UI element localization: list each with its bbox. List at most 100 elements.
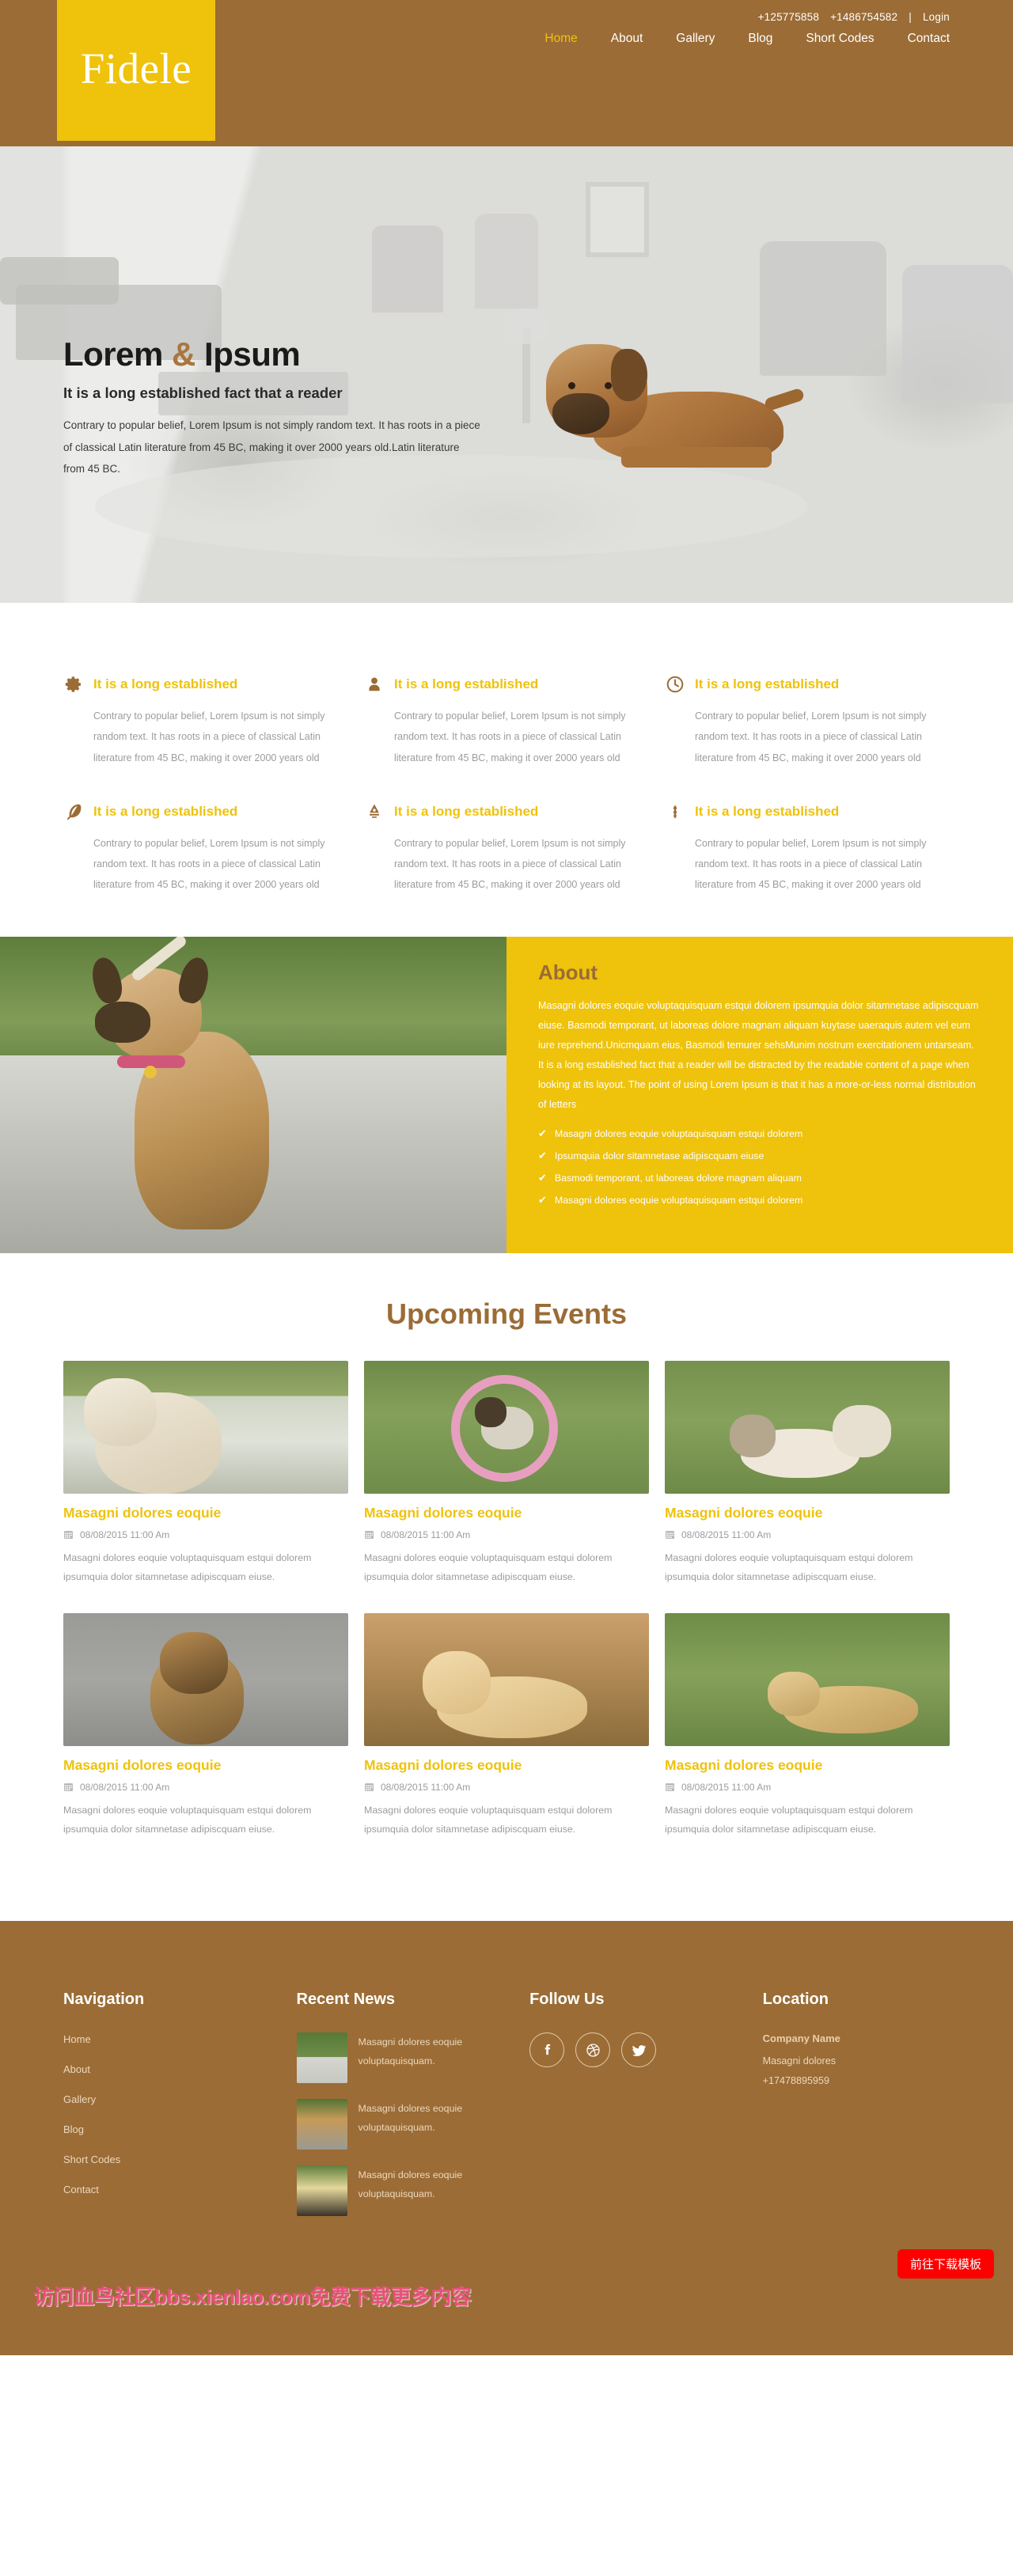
event-image [63,1612,348,1746]
list-item: About [63,2063,265,2077]
download-template-button[interactable]: 前往下载模板 [897,2249,994,2279]
site-watermark: 访问血鸟社区bbs.xienlao.com免费下载更多内容 [33,2285,472,2309]
feature-card-5-title: It is a long established [394,803,539,819]
event-image [364,1612,649,1746]
event-date: 08/08/2015 11:00 Am [665,1782,950,1793]
social-links [529,2032,731,2068]
feature-card-3-head: It is a long established [665,674,950,695]
feature-card-4-title: It is a long established [93,803,238,819]
about-bullet-4: ✔ Masagni dolores eoquie voluptaquisquam… [538,1193,980,1208]
feature-card-1-head: It is a long established [63,674,348,695]
about-bullet-1-label: Masagni dolores eoquie voluptaquisquam e… [554,1127,803,1139]
event-title[interactable]: Masagni dolores eoquie [63,1505,348,1521]
about-bullet-2-label: Ipsumquia dolor sitamnetase adipiscquam … [554,1150,764,1161]
footer-nav-about[interactable]: About [63,2063,90,2075]
check-icon: ✔ [538,1194,547,1207]
event-date: 08/08/2015 11:00 Am [63,1529,348,1540]
footer-nav-gallery[interactable]: Gallery [63,2093,96,2105]
feature-card-5: It is a long established Contrary to pop… [364,801,649,896]
event-image [665,1360,950,1494]
footer-location-heading: Location [762,1991,829,2009]
footer-nav-short-codes[interactable]: Short Codes [63,2154,120,2165]
event-date: 08/08/2015 11:00 Am [63,1782,348,1793]
about-bullet-3-label: Basmodi temporant, ut laboreas dolore ma… [554,1172,802,1184]
event-date: 08/08/2015 11:00 Am [364,1529,649,1540]
nav-item-short-codes[interactable]: Short Codes [806,32,874,46]
login-link[interactable]: Login [923,11,950,23]
feature-card-5-text: Contrary to popular belief, Lorem Ipsum … [394,837,626,891]
calendar-icon [364,1782,374,1792]
twitter-icon[interactable] [621,2032,657,2068]
header-phone-2[interactable]: +1486754582 [830,11,897,23]
event-title[interactable]: Masagni dolores eoquie [665,1757,950,1774]
calendar-icon [63,1529,74,1540]
footer-phone[interactable]: +17478895959 [763,2075,950,2086]
list-item[interactable]: Masagni dolores eoquie voluptaquisquam. [296,2032,499,2084]
footer-section: Navigation Home About Gallery Blog Short… [0,1921,1013,2356]
hero-subtitle: It is a long established fact that a rea… [63,385,343,401]
main-navigation: Home About Gallery Blog Short Codes Cont… [544,32,950,46]
footer-address: Masagni dolores [762,2055,837,2067]
events-grid: Masagni dolores eoquie 08/08/2015 11:00 … [63,1360,950,1866]
nav-item-about[interactable]: About [611,32,643,46]
footer-nav-contact[interactable]: Contact [63,2184,99,2195]
event-card[interactable]: Masagni dolores eoquie 08/08/2015 11:00 … [665,1360,950,1586]
footer-navigation-list: Home About Gallery Blog Short Codes Cont… [63,2032,265,2197]
event-card[interactable]: Masagni dolores eoquie 08/08/2015 11:00 … [665,1612,950,1839]
hero-section: Fidele +125775858 +1486754582 | Login Ho… [0,0,1013,625]
upcoming-events-section: Upcoming Events Masagni dolores eoquie 0… [0,1252,1013,1922]
footer-nav-home[interactable]: Home [63,2033,91,2045]
event-date-label: 08/08/2015 11:00 Am [681,1781,772,1793]
nav-item-blog[interactable]: Blog [748,32,772,46]
feature-card-2: It is a long established Contrary to pop… [364,674,649,768]
event-card[interactable]: Masagni dolores eoquie 08/08/2015 11:00 … [63,1612,348,1839]
feature-card-1-title: It is a long established [93,676,238,691]
event-title[interactable]: Masagni dolores eoquie [364,1505,649,1521]
feather-icon [63,801,84,822]
list-item: Home [63,2032,265,2047]
about-bullet-4-label: Masagni dolores eoquie voluptaquisquam e… [554,1195,803,1207]
event-date: 08/08/2015 11:00 Am [364,1782,649,1793]
dribbble-icon[interactable] [575,2032,611,2068]
header-phone-1[interactable]: +125775858 [758,11,819,23]
event-date-label: 08/08/2015 11:00 Am [80,1781,170,1793]
calendar-icon [63,1782,74,1792]
feature-card-4-text: Contrary to popular belief, Lorem Ipsum … [93,837,325,891]
hero-title-right: Ipsum [204,335,301,373]
check-icon: ✔ [538,1127,547,1139]
footer-location-column: Location Company Name Masagni dolores +1… [763,1991,950,2232]
event-image [364,1360,649,1494]
event-title[interactable]: Masagni dolores eoquie [63,1757,348,1774]
list-item[interactable]: Masagni dolores eoquie voluptaquisquam. [296,2165,499,2217]
footer-nav-blog[interactable]: Blog [63,2123,84,2135]
calendar-icon [665,1529,675,1540]
event-date-label: 08/08/2015 11:00 Am [80,1529,170,1540]
about-bullet-list: ✔ Masagni dolores eoquie voluptaquisquam… [538,1127,980,1209]
list-item: Short Codes [63,2153,265,2167]
header-contact-bar: +125775858 +1486754582 | Login [758,11,950,23]
news-item-text: Masagni dolores eoquie voluptaquisquam. [358,2103,463,2134]
site-logo[interactable]: Fidele [57,0,215,141]
about-bullet-1: ✔ Masagni dolores eoquie voluptaquisquam… [538,1127,980,1142]
list-item[interactable]: Masagni dolores eoquie voluptaquisquam. [296,2099,499,2150]
facebook-icon[interactable] [529,2032,565,2068]
event-title[interactable]: Masagni dolores eoquie [364,1757,649,1774]
news-thumbnail [296,2032,347,2084]
event-title[interactable]: Masagni dolores eoquie [665,1505,950,1521]
list-item: Gallery [63,2093,265,2107]
event-card[interactable]: Masagni dolores eoquie 08/08/2015 11:00 … [63,1360,348,1586]
nav-item-contact[interactable]: Contact [908,32,950,46]
feature-card-3-text: Contrary to popular belief, Lorem Ipsum … [695,710,927,763]
footer-navigation-column: Navigation Home About Gallery Blog Short… [63,1991,265,2232]
feature-card-2-text: Contrary to popular belief, Lorem Ipsum … [394,710,626,763]
about-dog-photo [0,936,506,1253]
events-section-title: Upcoming Events [385,1297,628,1330]
check-icon: ✔ [538,1172,547,1184]
event-card[interactable]: Masagni dolores eoquie 08/08/2015 11:00 … [364,1360,649,1586]
nav-item-home[interactable]: Home [544,32,577,46]
event-card[interactable]: Masagni dolores eoquie 08/08/2015 11:00 … [364,1612,649,1839]
about-section: About Masagni dolores eoquie voluptaquis… [0,936,1013,1253]
nav-item-gallery[interactable]: Gallery [676,32,715,46]
page-root: Fidele +125775858 +1486754582 | Login Ho… [0,0,1013,2356]
clock-icon [665,674,685,695]
